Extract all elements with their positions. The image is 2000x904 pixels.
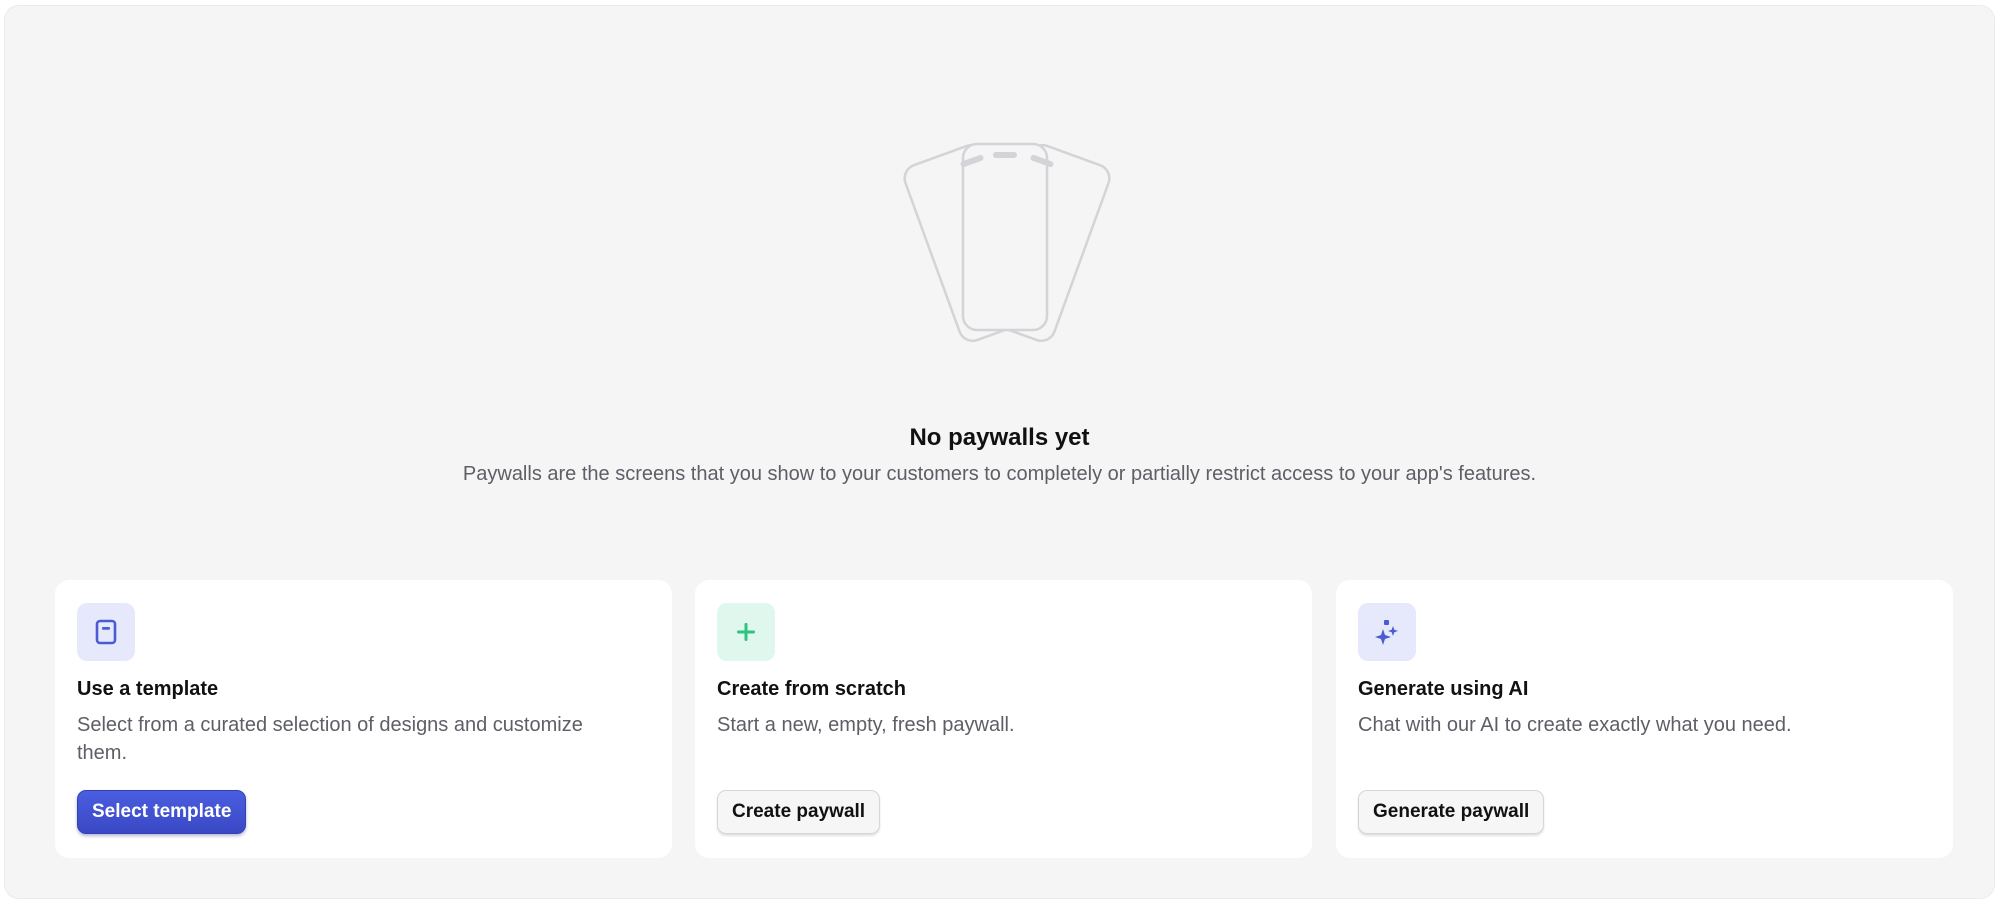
sparkles-icon bbox=[1375, 620, 1398, 645]
template-icon bbox=[95, 619, 117, 645]
select-template-button[interactable]: Select template bbox=[77, 790, 247, 834]
create-from-scratch-card: Create from scratch Start a new, empty, … bbox=[695, 580, 1312, 858]
card-title: Generate using AI bbox=[1358, 678, 1529, 700]
empty-state-panel: No paywalls yet Paywalls are the screens… bbox=[5, 6, 1994, 898]
sparkles-icon-tile bbox=[1358, 603, 1416, 661]
card-description: Start a new, empty, fresh paywall. bbox=[717, 714, 1015, 736]
template-icon-tile bbox=[77, 603, 135, 661]
empty-state-title: No paywalls yet bbox=[909, 424, 1090, 451]
card-description: Chat with our AI to create exactly what … bbox=[1358, 714, 1792, 736]
use-template-card: Use a template Select from a curated sel… bbox=[55, 580, 672, 858]
empty-state-description: Paywalls are the screens that you show t… bbox=[462, 463, 1537, 485]
card-title: Use a template bbox=[77, 678, 219, 700]
phones-illustration-icon bbox=[903, 142, 1111, 343]
card-description: Select from a curated selection of desig… bbox=[77, 714, 583, 764]
plus-icon bbox=[737, 623, 755, 641]
card-title: Create from scratch bbox=[717, 678, 906, 700]
create-paywall-button[interactable]: Create paywall bbox=[717, 790, 881, 834]
generate-using-ai-card: Generate using AI Chat with our AI to cr… bbox=[1336, 580, 1953, 858]
plus-icon-tile bbox=[717, 603, 775, 661]
generate-paywall-button[interactable]: Generate paywall bbox=[1358, 790, 1545, 834]
